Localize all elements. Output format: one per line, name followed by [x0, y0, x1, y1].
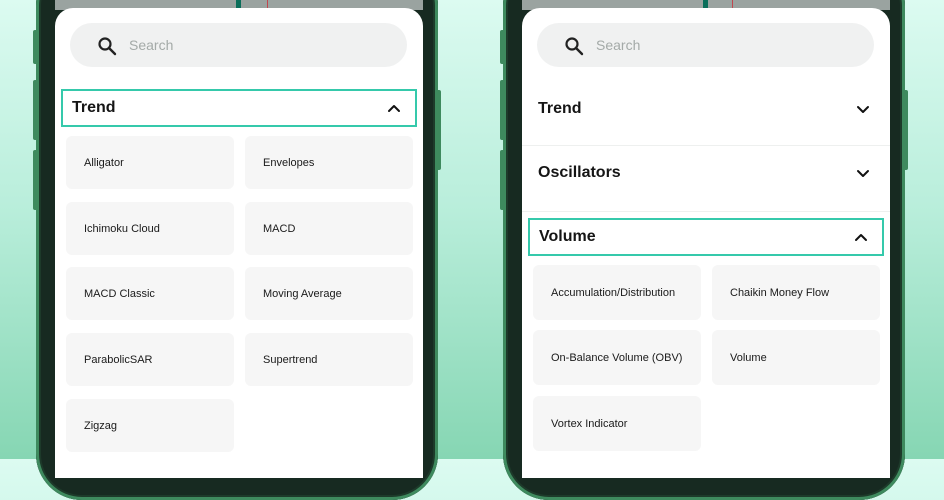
item-label: Supertrend	[263, 353, 318, 366]
item-label: Vortex Indicator	[551, 417, 628, 430]
indicator-item-zigzag[interactable]: Zigzag	[66, 399, 234, 452]
indicator-panel-left: Trend Alligator Envelopes Ichimoku Cloud…	[55, 8, 423, 478]
indicator-item-parabolicsar[interactable]: ParabolicSAR	[66, 333, 234, 386]
chevron-up-icon	[855, 234, 867, 241]
phone-side-button	[500, 150, 505, 210]
phone-side-button	[903, 90, 908, 170]
section-title: Trend	[538, 100, 582, 117]
search-icon	[98, 37, 117, 56]
indicator-item-chaikin-money-flow[interactable]: Chaikin Money Flow	[712, 265, 880, 320]
candle-mark	[703, 0, 708, 8]
section-divider	[522, 211, 890, 212]
indicator-item-volume[interactable]: Volume	[712, 330, 880, 385]
indicator-item-alligator[interactable]: Alligator	[66, 136, 234, 189]
item-label: MACD Classic	[84, 287, 155, 300]
indicator-panel-right: Trend Oscillators Volume Accumulation/Di…	[522, 8, 890, 478]
section-title: Trend	[72, 99, 116, 116]
indicator-item-envelopes[interactable]: Envelopes	[245, 136, 413, 189]
search-bar[interactable]	[537, 23, 874, 67]
indicator-item-obv[interactable]: On-Balance Volume (OBV)	[533, 330, 701, 385]
section-trend[interactable]: Trend	[522, 90, 890, 128]
phone-side-button	[436, 90, 441, 170]
phone-frame-right: Trend Oscillators Volume Accumulation/Di…	[500, 0, 908, 500]
section-divider	[522, 145, 890, 146]
candle-mark	[732, 0, 733, 8]
item-label: MACD	[263, 222, 296, 235]
item-label: Accumulation/Distribution	[551, 286, 676, 299]
item-label: Chaikin Money Flow	[730, 286, 830, 299]
indicator-item-macd-classic[interactable]: MACD Classic	[66, 267, 234, 320]
indicator-item-macd[interactable]: MACD	[245, 202, 413, 255]
candle-mark	[267, 0, 268, 8]
chevron-up-icon	[388, 105, 400, 112]
item-label: On-Balance Volume (OBV)	[551, 351, 683, 364]
section-title: Oscillators	[538, 164, 621, 181]
indicator-item-moving-average[interactable]: Moving Average	[245, 267, 413, 320]
section-oscillators[interactable]: Oscillators	[522, 154, 890, 192]
indicator-item-accumulation-distribution[interactable]: Accumulation/Distribution	[533, 265, 701, 320]
indicator-item-ichimoku-cloud[interactable]: Ichimoku Cloud	[66, 202, 234, 255]
phone-side-button	[500, 30, 505, 64]
phone-side-button	[500, 80, 505, 140]
search-bar[interactable]	[70, 23, 407, 67]
item-label: Ichimoku Cloud	[84, 222, 160, 235]
section-volume[interactable]: Volume	[528, 218, 884, 256]
indicator-item-vortex-indicator[interactable]: Vortex Indicator	[533, 396, 701, 451]
search-input[interactable]	[129, 23, 389, 67]
indicator-item-supertrend[interactable]: Supertrend	[245, 333, 413, 386]
item-label: Envelopes	[263, 156, 315, 169]
phone-side-button	[33, 150, 38, 210]
item-label: Moving Average	[263, 287, 342, 300]
phone-frame-left: Trend Alligator Envelopes Ichimoku Cloud…	[33, 0, 441, 500]
item-label: ParabolicSAR	[84, 353, 153, 366]
phone-side-button	[33, 30, 38, 64]
item-label: Zigzag	[84, 419, 118, 432]
chevron-down-icon	[857, 106, 869, 113]
section-trend[interactable]: Trend	[61, 89, 417, 127]
item-label: Volume	[730, 351, 767, 364]
chevron-down-icon	[857, 170, 869, 177]
item-label: Alligator	[84, 156, 124, 169]
phone-side-button	[33, 80, 38, 140]
search-icon	[565, 37, 584, 56]
search-input[interactable]	[596, 23, 856, 67]
section-title: Volume	[539, 228, 596, 245]
candle-mark	[236, 0, 241, 8]
